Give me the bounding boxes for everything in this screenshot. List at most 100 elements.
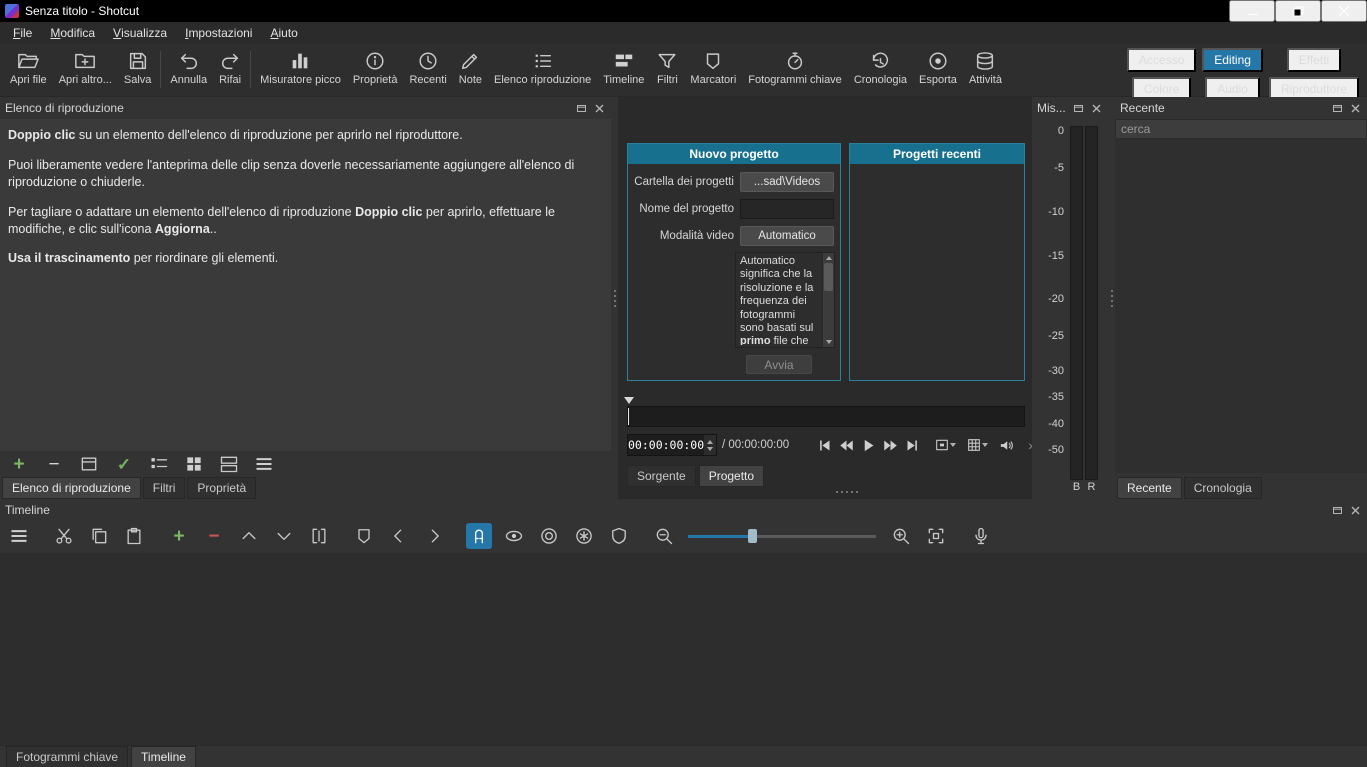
select-button[interactable]: ✓	[113, 453, 135, 475]
minimize-button[interactable]	[1229, 0, 1275, 22]
zoom-out-button[interactable]	[651, 523, 677, 549]
scroll-up-icon[interactable]	[826, 256, 832, 260]
snap-toggle-button[interactable]	[466, 523, 492, 549]
tab-cronologia[interactable]: Cronologia	[1183, 477, 1262, 499]
grid-button[interactable]	[963, 435, 991, 455]
paste-button[interactable]	[121, 523, 147, 549]
record-audio-button[interactable]	[968, 523, 994, 549]
timeline-menu-button[interactable]	[6, 523, 32, 549]
append-button[interactable]: +	[166, 523, 192, 549]
tab-elenco-riproduzione[interactable]: Elenco di riproduzione	[2, 477, 141, 499]
slider-handle[interactable]	[748, 529, 757, 543]
tab-sorgente[interactable]: Sorgente	[627, 465, 696, 487]
scroll-down-icon[interactable]	[826, 340, 832, 344]
scrollbar[interactable]	[822, 253, 834, 347]
tab-recente[interactable]: Recente	[1117, 477, 1182, 499]
search-input[interactable]	[1115, 119, 1367, 139]
layout-accesso[interactable]: Accesso	[1126, 48, 1197, 72]
tab-filtri[interactable]: Filtri	[142, 477, 186, 499]
fast-forward-button[interactable]	[879, 435, 901, 455]
float-panel-icon[interactable]	[575, 102, 588, 115]
redo-button[interactable]: Rifai	[213, 47, 247, 89]
splitter-handle[interactable]	[836, 491, 858, 493]
ripple-markers-button[interactable]	[606, 523, 632, 549]
previous-marker-button[interactable]	[386, 523, 412, 549]
playhead-icon[interactable]	[624, 397, 634, 409]
lift-button[interactable]	[236, 523, 262, 549]
player-ruler[interactable]	[627, 406, 1025, 427]
split-button[interactable]	[306, 523, 332, 549]
float-panel-icon[interactable]	[1072, 102, 1085, 115]
open-file-button[interactable]: Apri file	[4, 47, 53, 89]
recent-files-list[interactable]	[1115, 139, 1367, 473]
keyframes-button[interactable]: Fotogrammi chiave	[742, 47, 848, 89]
spin-down-icon[interactable]	[707, 446, 713, 451]
tab-progetto[interactable]: Progetto	[698, 465, 765, 487]
float-panel-icon[interactable]	[1331, 102, 1344, 115]
menu-visualizza[interactable]: Visualizza	[104, 22, 176, 44]
video-mode-button[interactable]: Automatico	[740, 226, 834, 246]
timeline-button[interactable]: Timeline	[597, 47, 650, 89]
ripple-all-tracks-button[interactable]	[571, 523, 597, 549]
zoom-fit-player-button[interactable]	[931, 435, 959, 455]
jobs-button[interactable]: Attività	[963, 47, 1008, 89]
ripple-button[interactable]	[536, 523, 562, 549]
timecode-spin-buttons[interactable]	[704, 435, 716, 455]
marker-button[interactable]	[351, 523, 377, 549]
tab-timeline[interactable]: Timeline	[131, 745, 196, 767]
tab-fotogrammi-chiave[interactable]: Fotogrammi chiave	[6, 745, 129, 767]
zoom-fit-button[interactable]	[923, 523, 949, 549]
save-button[interactable]: Salva	[118, 47, 158, 89]
add-button[interactable]: +	[8, 453, 30, 475]
splitter-handle[interactable]	[1108, 97, 1115, 499]
volume-button[interactable]	[995, 435, 1017, 455]
view-tiles-button[interactable]	[183, 453, 205, 475]
peak-meter-button[interactable]: Misuratore picco	[254, 47, 347, 89]
cut-button[interactable]	[51, 523, 77, 549]
filters-button[interactable]: Filtri	[650, 47, 684, 89]
ripple-delete-button[interactable]: −	[201, 523, 227, 549]
skip-start-button[interactable]	[813, 435, 835, 455]
export-button[interactable]: Esporta	[913, 47, 963, 89]
next-marker-button[interactable]	[421, 523, 447, 549]
rewind-button[interactable]	[835, 435, 857, 455]
recent-button[interactable]: Recenti	[403, 47, 452, 89]
more-controls-button[interactable]: »	[1021, 435, 1032, 455]
properties-button[interactable]: Proprietà	[347, 47, 404, 89]
close-panel-icon[interactable]	[593, 102, 606, 115]
notes-button[interactable]: Note	[453, 47, 488, 89]
skip-end-button[interactable]	[901, 435, 923, 455]
layout-editing[interactable]: Editing	[1202, 48, 1263, 72]
close-panel-icon[interactable]	[1349, 102, 1362, 115]
markers-button[interactable]: Marcatori	[684, 47, 742, 89]
project-name-input[interactable]	[740, 199, 834, 219]
scroll-thumb[interactable]	[824, 263, 833, 291]
view-details-button[interactable]	[148, 453, 170, 475]
playlist-button[interactable]: Elenco riproduzione	[488, 47, 597, 89]
splitter-handle[interactable]	[611, 97, 618, 499]
update-button[interactable]	[78, 453, 100, 475]
overwrite-button[interactable]	[271, 523, 297, 549]
close-button[interactable]	[1321, 0, 1367, 22]
copy-button[interactable]	[86, 523, 112, 549]
scrub-while-dragging-button[interactable]	[501, 523, 527, 549]
play-button[interactable]	[857, 435, 879, 455]
tab-proprieta[interactable]: Proprietà	[187, 477, 257, 499]
timecode-input[interactable]	[628, 435, 704, 455]
menu-aiuto[interactable]: Aiuto	[261, 22, 306, 44]
projects-folder-button[interactable]: ...sad\Videos	[740, 172, 834, 192]
view-icons-button[interactable]	[218, 453, 240, 475]
menu-modifica[interactable]: Modifica	[41, 22, 104, 44]
menu-impostazioni[interactable]: Impostazioni	[176, 22, 261, 44]
restore-button[interactable]	[1275, 0, 1321, 22]
playlist-menu-button[interactable]	[253, 453, 275, 475]
close-panel-icon[interactable]	[1090, 102, 1103, 115]
start-button[interactable]: Avvia	[746, 355, 812, 374]
open-other-button[interactable]: Apri altro...	[53, 47, 118, 89]
history-button[interactable]: Cronologia	[848, 47, 913, 89]
undo-button[interactable]: Annulla	[164, 47, 213, 89]
close-panel-icon[interactable]	[1349, 504, 1362, 517]
spin-up-icon[interactable]	[707, 439, 713, 444]
layout-effetti[interactable]: Effetti	[1286, 48, 1342, 72]
menu-file[interactable]: File	[4, 22, 41, 44]
